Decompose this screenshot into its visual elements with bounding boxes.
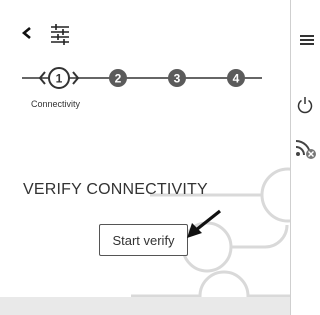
step-4-number: 4 bbox=[233, 72, 240, 86]
sliders-icon[interactable] bbox=[49, 23, 71, 45]
pointer-arrow-icon bbox=[187, 209, 221, 238]
back-chevron-icon[interactable] bbox=[20, 26, 34, 40]
menu-icon[interactable] bbox=[300, 35, 314, 45]
main-panel: 1 2 3 4 Connectivity VERIFY CONNECTIVITY… bbox=[0, 0, 291, 315]
start-verify-button[interactable]: Start verify bbox=[99, 224, 188, 256]
right-sidebar bbox=[291, 0, 320, 315]
rss-offline-icon[interactable] bbox=[295, 138, 317, 160]
power-icon[interactable] bbox=[296, 96, 314, 114]
step-2-number: 2 bbox=[115, 72, 122, 86]
page-title: VERIFY CONNECTIVITY bbox=[23, 181, 208, 198]
step-1-label: Connectivity bbox=[31, 99, 81, 109]
step-1-number: 1 bbox=[56, 72, 63, 86]
footer-bar bbox=[0, 297, 290, 315]
step-3-number: 3 bbox=[174, 72, 181, 86]
